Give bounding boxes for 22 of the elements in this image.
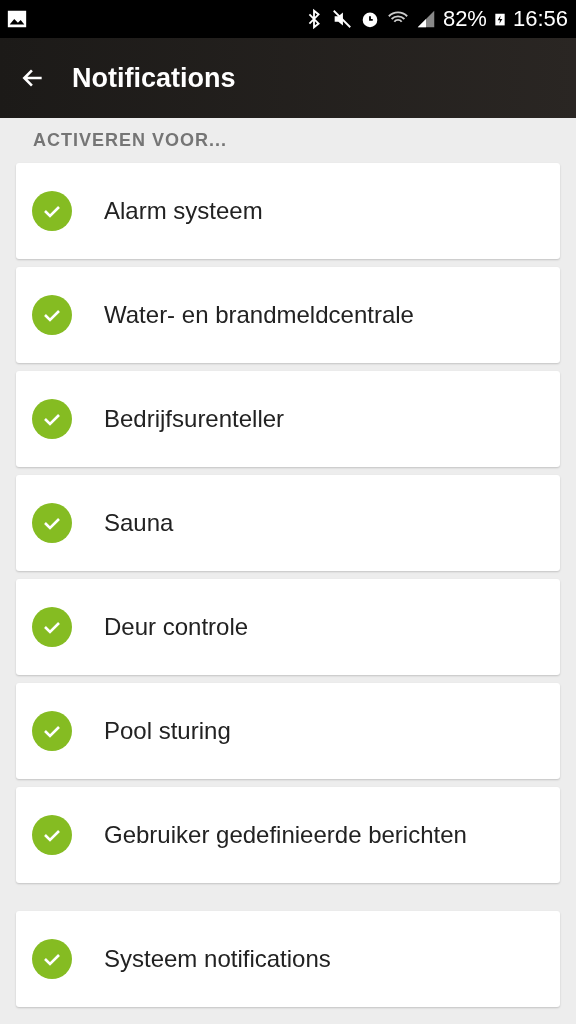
notification-item[interactable]: Gebruiker gedefinieerde berichten xyxy=(16,787,560,883)
notification-item[interactable]: Alarm systeem xyxy=(16,163,560,259)
screen-title: Notifications xyxy=(72,62,236,94)
mute-icon xyxy=(330,8,353,30)
section-header: ACTIVEREN VOOR... xyxy=(32,129,229,152)
checkmark-icon[interactable] xyxy=(32,399,72,439)
checkmark-icon[interactable] xyxy=(32,939,72,979)
checkmark-icon[interactable] xyxy=(32,815,72,855)
notification-item[interactable]: Water- en brandmeldcentrale xyxy=(16,267,560,363)
checkmark-icon[interactable] xyxy=(32,503,72,543)
notification-item[interactable]: Systeem notifications xyxy=(16,911,560,1007)
image-icon xyxy=(6,8,28,30)
checkmark-icon[interactable] xyxy=(32,191,72,231)
notification-item[interactable]: Sauna xyxy=(16,475,560,571)
checkmark-icon[interactable] xyxy=(32,295,72,335)
checkmark-icon[interactable] xyxy=(32,711,72,751)
notification-item[interactable]: Pool sturing xyxy=(16,683,560,779)
battery-percentage: 82% xyxy=(442,6,487,32)
notification-item[interactable]: Bedrijfsurenteller xyxy=(16,371,560,467)
checkmark-icon[interactable] xyxy=(32,607,72,647)
clock: 16:56 xyxy=(512,6,568,32)
notification-item[interactable]: Deur controle xyxy=(16,579,560,675)
